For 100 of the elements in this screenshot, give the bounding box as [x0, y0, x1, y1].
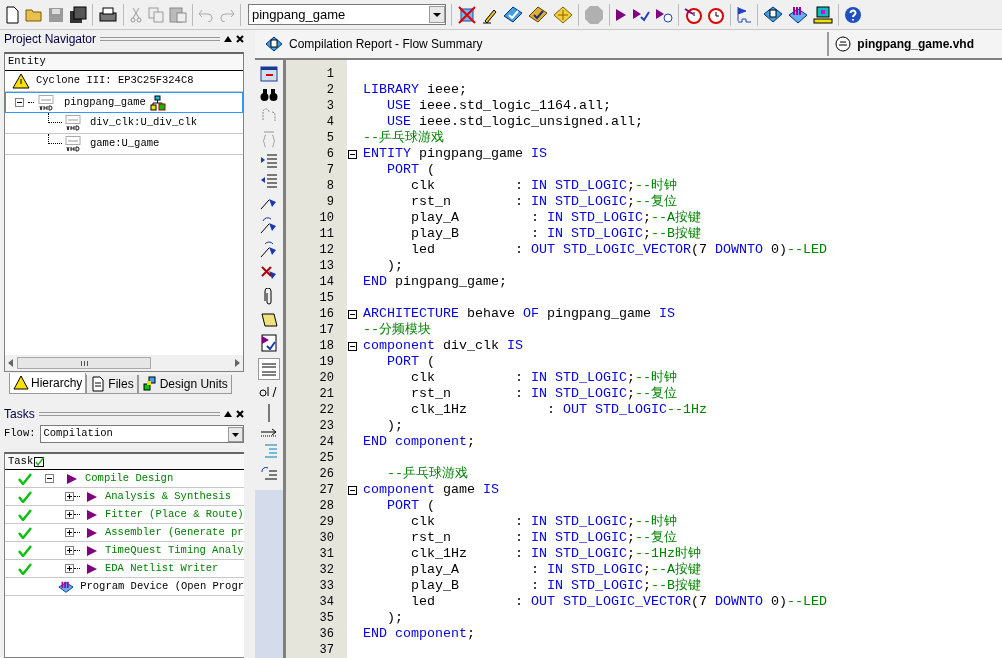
panel-tab[interactable]: Files — [86, 375, 138, 394]
pin-icon[interactable] — [224, 36, 232, 42]
line-number: 23 — [318, 418, 334, 434]
close-icon[interactable] — [236, 410, 244, 418]
line-number: 6 — [325, 146, 334, 162]
scroll-right-icon[interactable] — [233, 358, 241, 368]
line-number: 26 — [318, 466, 334, 482]
play-icon[interactable] — [85, 544, 99, 557]
editor-tab[interactable]: Compilation Report - Flow Summary — [259, 32, 489, 56]
fold-icon[interactable] — [348, 149, 357, 159]
code-line: PORT ( — [386, 498, 435, 514]
task-label[interactable]: Fitter (Place & Route) — [105, 506, 244, 523]
open-folder-icon[interactable] — [25, 6, 43, 23]
programmer-icon[interactable] — [788, 5, 808, 24]
collapse-icon[interactable] — [45, 474, 54, 483]
vertical-line-icon[interactable] — [267, 404, 271, 422]
code-line: PORT ( — [386, 162, 435, 178]
task-label[interactable]: Assembler (Generate pr — [105, 524, 244, 541]
chip-check-icon[interactable] — [528, 5, 548, 24]
expand-icon[interactable] — [65, 546, 74, 555]
tree-item[interactable]: div_clk:U_div_clk — [5, 113, 243, 134]
blocks-icon — [141, 376, 158, 392]
task-label[interactable]: EDA Netlist Writer — [105, 560, 219, 577]
play-icon[interactable] — [85, 562, 99, 575]
code-line: END component; — [363, 434, 475, 450]
vhdl-file-icon — [65, 136, 81, 152]
fold-icon[interactable] — [348, 485, 357, 495]
report-icon — [265, 36, 283, 52]
play-timer-icon[interactable] — [655, 6, 673, 23]
undo-list-icon[interactable] — [260, 466, 278, 482]
expand-icon[interactable] — [65, 510, 74, 519]
arrow-right-icon[interactable] — [260, 428, 278, 438]
stopwatch-icon[interactable] — [707, 5, 725, 24]
scroll-icon[interactable] — [260, 312, 278, 328]
tree-item[interactable]: pingpang_game — [5, 92, 243, 113]
save-all-icon[interactable] — [69, 5, 87, 24]
waveform-icon[interactable] — [736, 4, 752, 25]
task-label[interactable]: Program Device (Open Progr — [80, 578, 244, 595]
print-icon[interactable] — [98, 5, 118, 24]
chip-grid-icon[interactable] — [553, 5, 573, 24]
expand-icon[interactable] — [65, 564, 74, 573]
document-check-icon[interactable] — [260, 334, 278, 352]
panel-tab[interactable]: Hierarchy — [9, 373, 87, 394]
flow-dropdown[interactable]: Compilation — [39, 425, 244, 443]
paperclip-icon[interactable] — [264, 288, 274, 306]
report-icon[interactable] — [763, 5, 783, 24]
tree-item[interactable]: game:U_game — [5, 134, 243, 155]
code-line: ); — [386, 258, 403, 274]
line-number: 21 — [318, 386, 334, 402]
panel-tab[interactable]: Design Units — [137, 375, 232, 394]
pin-icon[interactable] — [224, 411, 232, 417]
panel-title: Tasks — [4, 408, 35, 420]
vhdl-file-icon — [38, 94, 54, 111]
fold-icon[interactable] — [348, 341, 357, 351]
task-label[interactable]: Analysis & Synthesis — [105, 488, 232, 505]
play-icon[interactable] — [65, 472, 79, 485]
project-dropdown[interactable]: pingpang_game — [248, 4, 446, 25]
programmer-icon[interactable] — [58, 579, 75, 594]
fold-icon[interactable] — [348, 309, 357, 319]
line-number: 2 — [325, 82, 334, 98]
column-header: Entity — [7, 54, 47, 70]
code-line: PORT ( — [386, 354, 435, 370]
line-number: 17 — [318, 322, 334, 338]
line-number: 5 — [325, 130, 334, 146]
play-icon[interactable] — [85, 508, 99, 521]
task-label[interactable]: Compile Design — [85, 470, 174, 487]
column-header: Task — [7, 454, 34, 469]
code-line: rst_n : IN STD_LOGIC;--复位 — [410, 530, 677, 546]
indent-icon[interactable] — [260, 154, 278, 168]
chip-cross-icon[interactable] — [457, 4, 477, 25]
code-line: ENTITY pingpang_game IS — [363, 146, 547, 162]
binoculars-icon[interactable] — [260, 88, 278, 102]
collapse-icon[interactable] — [15, 98, 24, 107]
chip-planner-icon[interactable] — [813, 4, 833, 25]
close-icon[interactable] — [236, 35, 244, 43]
help-icon[interactable] — [844, 5, 862, 24]
code-line: led : OUT STD_LOGIC_VECTOR(7 DOWNTO 0)--LED — [410, 594, 827, 610]
play-icon[interactable] — [615, 7, 627, 22]
stopwatch-icon[interactable] — [684, 5, 702, 24]
code-line: clk : IN STD_LOGIC;--时钟 — [410, 178, 677, 194]
line-number: 22 — [318, 402, 334, 418]
line-number: 9 — [325, 194, 334, 210]
expand-icon[interactable] — [65, 528, 74, 537]
chip-check-icon[interactable] — [503, 5, 523, 24]
new-file-icon[interactable] — [4, 5, 20, 24]
line-number: 13 — [318, 258, 334, 274]
outdent-icon[interactable] — [260, 174, 278, 188]
play-icon[interactable] — [85, 490, 99, 503]
code-line: rst_n : IN STD_LOGIC;--复位 — [410, 194, 677, 210]
expand-icon[interactable] — [65, 492, 74, 501]
previous-bookmark-icon[interactable] — [260, 240, 278, 258]
editor-tab[interactable]: pingpang_game.vhd — [827, 32, 980, 56]
task-label[interactable]: TimeQuest Timing Analy — [105, 542, 244, 559]
next-bookmark-icon[interactable] — [260, 216, 278, 234]
scroll-left-icon[interactable] — [7, 358, 15, 368]
horizontal-scrollbar[interactable] — [5, 355, 243, 371]
window-icon[interactable] — [260, 66, 278, 82]
play-icon[interactable] — [85, 526, 99, 539]
line-numbers-icon[interactable] — [258, 358, 280, 380]
code-line: USE ieee.std_logic_1164.all; — [386, 98, 611, 114]
